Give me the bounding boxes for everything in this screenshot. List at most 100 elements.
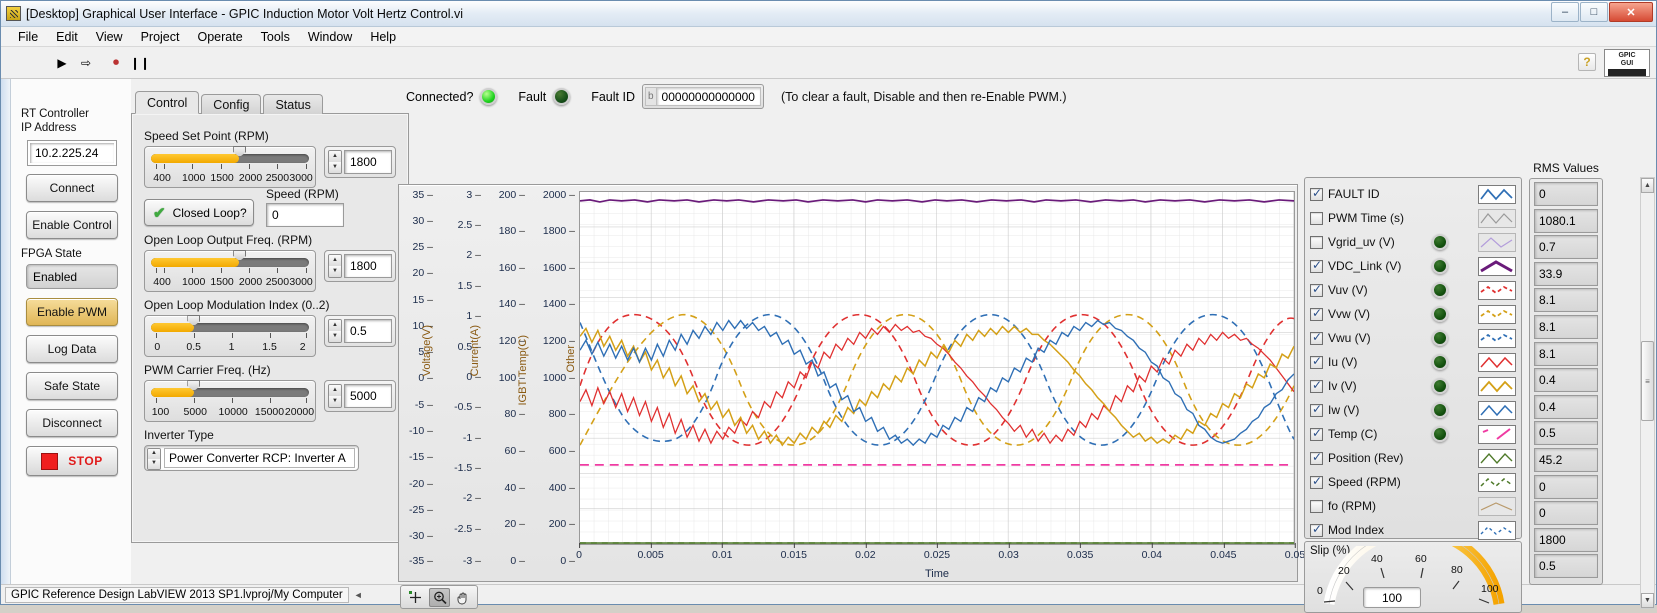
scroll-down-arrow[interactable]: ▼ <box>1641 593 1654 608</box>
checkbox-vgrid-uv[interactable] <box>1310 235 1323 249</box>
checkbox-vvw[interactable] <box>1310 306 1323 321</box>
checkbox-speed[interactable] <box>1310 474 1323 489</box>
open-loop-freq-value[interactable]: 1800 <box>344 254 392 278</box>
checkbox-vuv[interactable] <box>1310 282 1323 297</box>
help-icon[interactable]: ? <box>1578 53 1596 71</box>
fault-id-field[interactable]: b 00000000000000 <box>641 84 764 109</box>
safe-state-button[interactable]: Safe State <box>26 372 118 401</box>
plot-style-button[interactable] <box>1478 424 1516 444</box>
plot-style-button[interactable] <box>1478 472 1516 492</box>
plot-style-button[interactable] <box>1478 376 1516 396</box>
checkbox-fault-id[interactable] <box>1310 186 1323 201</box>
scroll-thumb[interactable]: ≡ <box>1641 341 1654 422</box>
legend-row-vdc-link[interactable]: VDC_Link (V) <box>1310 254 1516 278</box>
checkbox-position[interactable] <box>1310 450 1323 465</box>
speed-set-point-value[interactable]: 1800 <box>344 150 392 174</box>
plot-style-button[interactable] <box>1478 184 1516 204</box>
checkbox-iw[interactable] <box>1310 402 1323 417</box>
pwm-carrier-slider[interactable]: 100 5000 10000 15000 20000 <box>144 380 316 422</box>
disconnect-button[interactable]: Disconnect <box>26 409 118 438</box>
ip-address-input[interactable]: 10.2.225.24 <box>28 140 116 165</box>
spinner-control[interactable]: ▲ ▼ <box>147 447 161 470</box>
modulation-index-numeric[interactable]: ▲ ▼ 0.5 <box>324 315 396 347</box>
tab-config[interactable]: Config <box>201 94 262 114</box>
plot-style-button[interactable] <box>1478 520 1516 540</box>
zoom-tool-icon[interactable] <box>428 587 450 607</box>
plot-style-button[interactable] <box>1478 328 1516 348</box>
pwm-carrier-value[interactable]: 5000 <box>344 384 392 408</box>
menu-item-edit[interactable]: Edit <box>47 28 87 46</box>
checkbox-iu[interactable] <box>1310 354 1323 369</box>
menu-item-help[interactable]: Help <box>361 28 405 46</box>
abort-icon[interactable]: ⏺ <box>105 53 127 73</box>
pause-icon[interactable]: ❙❙ <box>129 53 151 73</box>
inverter-type-combobox[interactable]: ▲ ▼ Power Converter RCP: Inverter A <box>144 445 359 471</box>
plot-style-button[interactable] <box>1478 304 1516 324</box>
spinner-control[interactable]: ▲ ▼ <box>328 254 342 278</box>
legend-row-fo[interactable]: fo (RPM) <box>1310 494 1516 518</box>
legend-row-vgrid-uv[interactable]: Vgrid_uv (V) <box>1310 230 1516 254</box>
menu-item-project[interactable]: Project <box>132 28 189 46</box>
checkbox-vdc-link[interactable] <box>1310 258 1323 273</box>
legend-row-vvw[interactable]: Vvw (V) <box>1310 302 1516 326</box>
close-button[interactable]: ✕ <box>1609 2 1653 22</box>
tab-status[interactable]: Status <box>263 94 323 114</box>
legend-row-iu[interactable]: Iu (V) <box>1310 350 1516 374</box>
scroll-up-arrow[interactable]: ▲ <box>1641 178 1654 193</box>
fault-id-value[interactable]: 00000000000000 <box>655 87 761 106</box>
checkbox-mod-index[interactable] <box>1310 522 1323 537</box>
legend-row-vwu[interactable]: Vwu (V) <box>1310 326 1516 350</box>
plot-style-button[interactable] <box>1478 208 1516 228</box>
maximize-button[interactable]: □ <box>1580 2 1608 22</box>
legend-row-iv[interactable]: Iv (V) <box>1310 374 1516 398</box>
tab-control[interactable]: Control <box>135 91 200 114</box>
minimize-button[interactable]: – <box>1551 2 1579 22</box>
open-loop-freq-slider[interactable]: 400 1000 1500 2000 2500 3000 <box>144 250 316 292</box>
legend-row-pwm-time[interactable]: PWM Time (s) <box>1310 206 1516 230</box>
speed-set-point-numeric[interactable]: ▲ ▼ 1800 <box>324 146 396 178</box>
modulation-index-value[interactable]: 0.5 <box>344 319 392 343</box>
vertical-scrollbar[interactable]: ▲ ≡ ▼ <box>1640 177 1655 609</box>
legend-row-iw[interactable]: Iw (V) <box>1310 398 1516 422</box>
cursor-tool-icon[interactable] <box>405 588 426 607</box>
plot-style-button[interactable] <box>1478 400 1516 420</box>
fault-id-radix[interactable]: b <box>644 87 656 106</box>
plot-style-button[interactable] <box>1478 256 1516 276</box>
legend-row-vuv[interactable]: Vuv (V) <box>1310 278 1516 302</box>
legend-row-temp[interactable]: Temp (C) <box>1310 422 1516 446</box>
open-loop-freq-numeric[interactable]: ▲ ▼ 1800 <box>324 250 396 282</box>
plot-style-button[interactable] <box>1478 352 1516 372</box>
run-loop-icon[interactable]: ⇨ <box>75 53 97 73</box>
legend-row-speed[interactable]: Speed (RPM) <box>1310 470 1516 494</box>
checkbox-fo[interactable] <box>1310 499 1323 513</box>
status-bar-arrow[interactable]: ◄ <box>354 590 363 600</box>
menu-item-operate[interactable]: Operate <box>188 28 251 46</box>
spinner-control[interactable]: ▲ ▼ <box>328 384 342 408</box>
log-data-button[interactable]: Log Data <box>26 335 118 364</box>
enable-pwm-button[interactable]: Enable PWM <box>26 298 118 327</box>
closed-loop-button[interactable]: ✔ Closed Loop? <box>144 199 254 226</box>
menu-item-window[interactable]: Window <box>299 28 361 46</box>
plot-style-button[interactable] <box>1478 280 1516 300</box>
plot-style-button[interactable] <box>1478 232 1516 252</box>
checkbox-pwm-time[interactable] <box>1310 211 1323 225</box>
checkbox-iv[interactable] <box>1310 378 1323 393</box>
checkbox-temp[interactable] <box>1310 426 1323 441</box>
plot-area[interactable] <box>579 191 1295 545</box>
connect-button[interactable]: Connect <box>26 173 118 202</box>
enable-control-button[interactable]: Enable Control <box>26 210 118 239</box>
legend-row-position[interactable]: Position (Rev) <box>1310 446 1516 470</box>
legend-row-fault-id[interactable]: FAULT ID <box>1310 182 1516 206</box>
spinner-control[interactable]: ▲ ▼ <box>328 150 342 174</box>
pan-tool-icon[interactable] <box>453 588 474 607</box>
legend-row-mod-index[interactable]: Mod Index <box>1310 518 1516 542</box>
menu-item-view[interactable]: View <box>87 28 132 46</box>
speed-set-point-slider[interactable]: 400 1000 1500 2000 2500 3000 <box>144 146 316 188</box>
menu-item-tools[interactable]: Tools <box>252 28 299 46</box>
modulation-index-slider[interactable]: 0 0.5 1 1.5 2 <box>144 315 316 357</box>
run-continuous-icon[interactable]: ▶ <box>51 53 73 73</box>
plot-style-button[interactable] <box>1478 448 1516 468</box>
pwm-carrier-numeric[interactable]: ▲ ▼ 5000 <box>324 380 396 412</box>
checkbox-vwu[interactable] <box>1310 330 1323 345</box>
plot-style-button[interactable] <box>1478 496 1516 516</box>
